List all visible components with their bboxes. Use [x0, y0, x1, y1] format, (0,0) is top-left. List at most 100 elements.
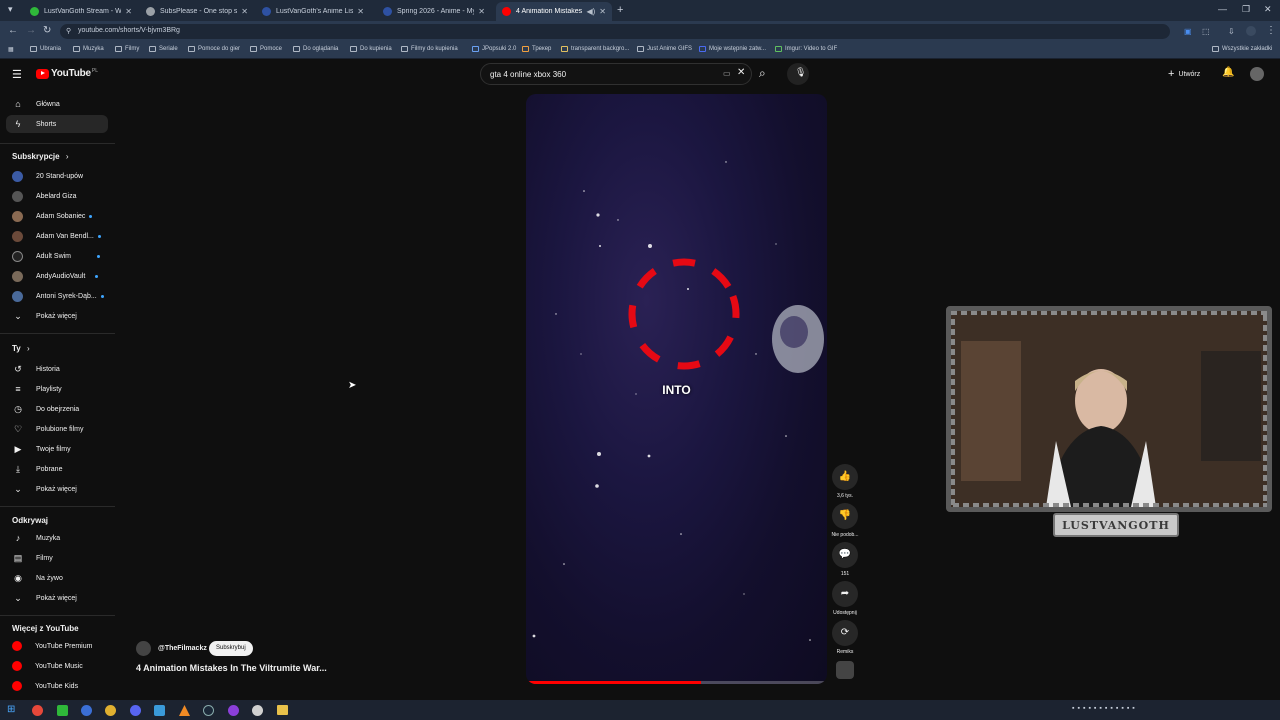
app-taskbar-icon[interactable]	[57, 705, 68, 716]
obs-taskbar-icon[interactable]	[252, 705, 263, 716]
start-menu-icon[interactable]: ⊞	[7, 704, 15, 715]
subscribe-button[interactable]: Subskrybuj	[209, 641, 253, 656]
sidebar-item-your-videos[interactable]: ▶ Twoje filmy	[12, 444, 71, 455]
sidebar-item-music[interactable]: ♪ Muzyka	[12, 533, 60, 543]
bookmark-folder[interactable]: Filmy do kupienia	[401, 46, 458, 52]
create-button[interactable]: + Utwórz	[1168, 68, 1200, 80]
apps-icon[interactable]: ▦	[8, 46, 14, 53]
close-tab-icon[interactable]: ✕	[478, 7, 485, 16]
site-info-icon[interactable]: ⚲	[66, 27, 71, 35]
vlc-taskbar-icon[interactable]	[179, 705, 190, 716]
hamburger-menu-icon[interactable]: ☰	[12, 68, 22, 81]
bookmark-link[interactable]: JPopsuki 2.0	[472, 46, 516, 52]
new-tab-icon[interactable]: +	[617, 4, 623, 16]
app-taskbar-icon[interactable]	[105, 705, 116, 716]
bookmark-link[interactable]: Imgur: Video to GIF	[775, 46, 837, 52]
browser-tab-active[interactable]: 4 Animation Mistakes In Th ◀) ✕	[496, 2, 612, 21]
search-icon[interactable]: ⌕	[759, 66, 766, 81]
show-more-subscriptions[interactable]: ⌄ Pokaż więcej	[12, 311, 77, 322]
close-tab-icon[interactable]: ✕	[241, 7, 248, 16]
sidebar-item-home[interactable]: ⌂ Główna	[12, 99, 59, 109]
account-avatar[interactable]	[1250, 67, 1264, 81]
sound-thumbnail[interactable]	[836, 661, 854, 679]
forward-icon[interactable]: →	[26, 25, 36, 36]
browser-tab[interactable]: SubsPlease - One stop shop fo ✕	[140, 2, 254, 21]
video-progress-bar[interactable]	[526, 681, 827, 684]
subscription-item[interactable]: Adult Swim	[12, 251, 101, 262]
show-more-you[interactable]: ⌄ Pokaż więcej	[12, 484, 77, 495]
bookmark-folder[interactable]: Do oglądania	[293, 46, 338, 52]
bookmark-folder[interactable]: Ubrania	[30, 46, 61, 52]
bookmark-folder[interactable]: Pomoce do gier	[188, 46, 240, 52]
sidebar-item-movies[interactable]: ▤ Filmy	[12, 553, 53, 564]
subscription-item[interactable]: 20 Stand-upów	[12, 171, 83, 182]
steam-taskbar-icon[interactable]	[203, 705, 214, 716]
bookmark-folder[interactable]: Filmy	[115, 46, 139, 52]
sidebar-item-live[interactable]: ◉ Na żywo	[12, 573, 63, 584]
close-tab-icon[interactable]: ✕	[599, 7, 606, 16]
shorts-video-player[interactable]: INTO	[526, 94, 827, 684]
profile-avatar[interactable]	[1246, 26, 1256, 36]
comments-button[interactable]: 💬 151	[830, 542, 860, 577]
browser-tab[interactable]: LustVanGoth Stream - Watch L ✕	[24, 2, 138, 21]
sidebar-item-shorts[interactable]: ϟ Shorts	[12, 119, 57, 129]
subscription-item[interactable]: Adam Sobaniec	[12, 211, 93, 222]
subscription-item[interactable]: Abelard Giza	[12, 191, 76, 202]
short-title[interactable]: 4 Animation Mistakes In The Viltrumite W…	[136, 663, 327, 673]
sidebar-item-watch-later[interactable]: ◷ Do obejrzenia	[12, 404, 79, 415]
bookmark-folder[interactable]: Seriale	[149, 46, 178, 52]
chrome-taskbar-icon[interactable]	[32, 705, 43, 716]
close-window-icon[interactable]: ✕	[1264, 4, 1272, 15]
minimize-icon[interactable]: —	[1218, 4, 1227, 14]
subscription-item[interactable]: Adam Van Bendl...	[12, 231, 101, 242]
all-bookmarks[interactable]: Wszystkie zakładki	[1212, 46, 1272, 52]
app-taskbar-icon[interactable]	[228, 705, 239, 716]
browser-menu-icon[interactable]: ⋮	[1266, 25, 1276, 36]
system-tray-icons[interactable]: ▪▪▪▪▪▪▪▪▪▪▪▪	[1072, 705, 1138, 712]
subscription-item[interactable]: Antoni Syrek-Dąb...	[12, 291, 104, 302]
audio-icon[interactable]: ◀)	[586, 7, 595, 16]
search-input[interactable]: gta 4 online xbox 360 ▭ ✕	[480, 63, 752, 85]
sidebar-item-history[interactable]: ↺ Historia	[12, 364, 60, 375]
extensions-icon[interactable]: ⬚	[1202, 27, 1210, 36]
reload-icon[interactable]: ↻	[43, 25, 51, 36]
subscriptions-heading[interactable]: Subskrypcje ›	[12, 152, 68, 161]
bookmark-link[interactable]: transparent backgro...	[561, 46, 629, 52]
close-tab-icon[interactable]: ✕	[357, 7, 364, 16]
bookmark-link[interactable]: Moje wstępnie zatw...	[699, 46, 766, 52]
sidebar-item-playlists[interactable]: ≡ Playlisty	[12, 384, 61, 394]
discord-taskbar-icon[interactable]	[130, 705, 141, 716]
back-icon[interactable]: ←	[8, 25, 18, 36]
browser-tab[interactable]: Spring 2026 - Anime - MyAnim ✕	[377, 2, 491, 21]
clear-search-icon[interactable]: ✕	[737, 67, 745, 78]
extension-icon[interactable]: ▣	[1184, 27, 1192, 36]
sidebar-item-kids[interactable]: YouTube Kids	[12, 681, 78, 691]
sidebar-item-downloads[interactable]: ⤓ Pobrane	[12, 464, 62, 475]
you-heading[interactable]: Ty ›	[12, 344, 30, 353]
bookmark-link[interactable]: Трекер	[522, 46, 551, 52]
sidebar-item-premium[interactable]: YouTube Premium	[12, 641, 92, 651]
remix-button[interactable]: ⟳ Remiks	[830, 620, 860, 655]
bookmark-folder[interactable]: Pomoce	[250, 46, 282, 52]
address-bar[interactable]: ⚲ youtube.com/shorts/V-bjvm3BRg	[60, 24, 1170, 39]
bookmark-folder[interactable]: Do kupienia	[350, 46, 392, 52]
browser-tab[interactable]: LustVanGoth's Anime List - My ✕	[256, 2, 370, 21]
tab-search-icon[interactable]: ▾	[8, 4, 13, 15]
notifications-bell-icon[interactable]: 🔔	[1222, 67, 1234, 78]
share-button[interactable]: ➦ Udostępnij	[830, 581, 860, 616]
keyboard-icon[interactable]: ▭	[723, 69, 731, 78]
channel-avatar[interactable]	[136, 641, 151, 656]
close-tab-icon[interactable]: ✕	[125, 7, 132, 16]
bookmark-folder[interactable]: Muzyka	[73, 46, 104, 52]
channel-handle[interactable]: @TheFilmackz	[158, 645, 207, 652]
subscription-item[interactable]: AndyAudioVault	[12, 271, 99, 282]
sidebar-item-music-app[interactable]: YouTube Music	[12, 661, 83, 671]
bookmark-link[interactable]: Just Anime GIFS	[637, 46, 692, 52]
restore-icon[interactable]: ❐	[1242, 4, 1250, 15]
like-button[interactable]: 👍 3,6 tys.	[830, 464, 860, 499]
app-taskbar-icon[interactable]	[154, 705, 165, 716]
sidebar-item-liked[interactable]: ♡ Polubione filmy	[12, 424, 84, 435]
file-explorer-taskbar-icon[interactable]	[277, 705, 288, 715]
show-more-explore[interactable]: ⌄ Pokaż więcej	[12, 593, 77, 604]
app-taskbar-icon[interactable]	[81, 705, 92, 716]
